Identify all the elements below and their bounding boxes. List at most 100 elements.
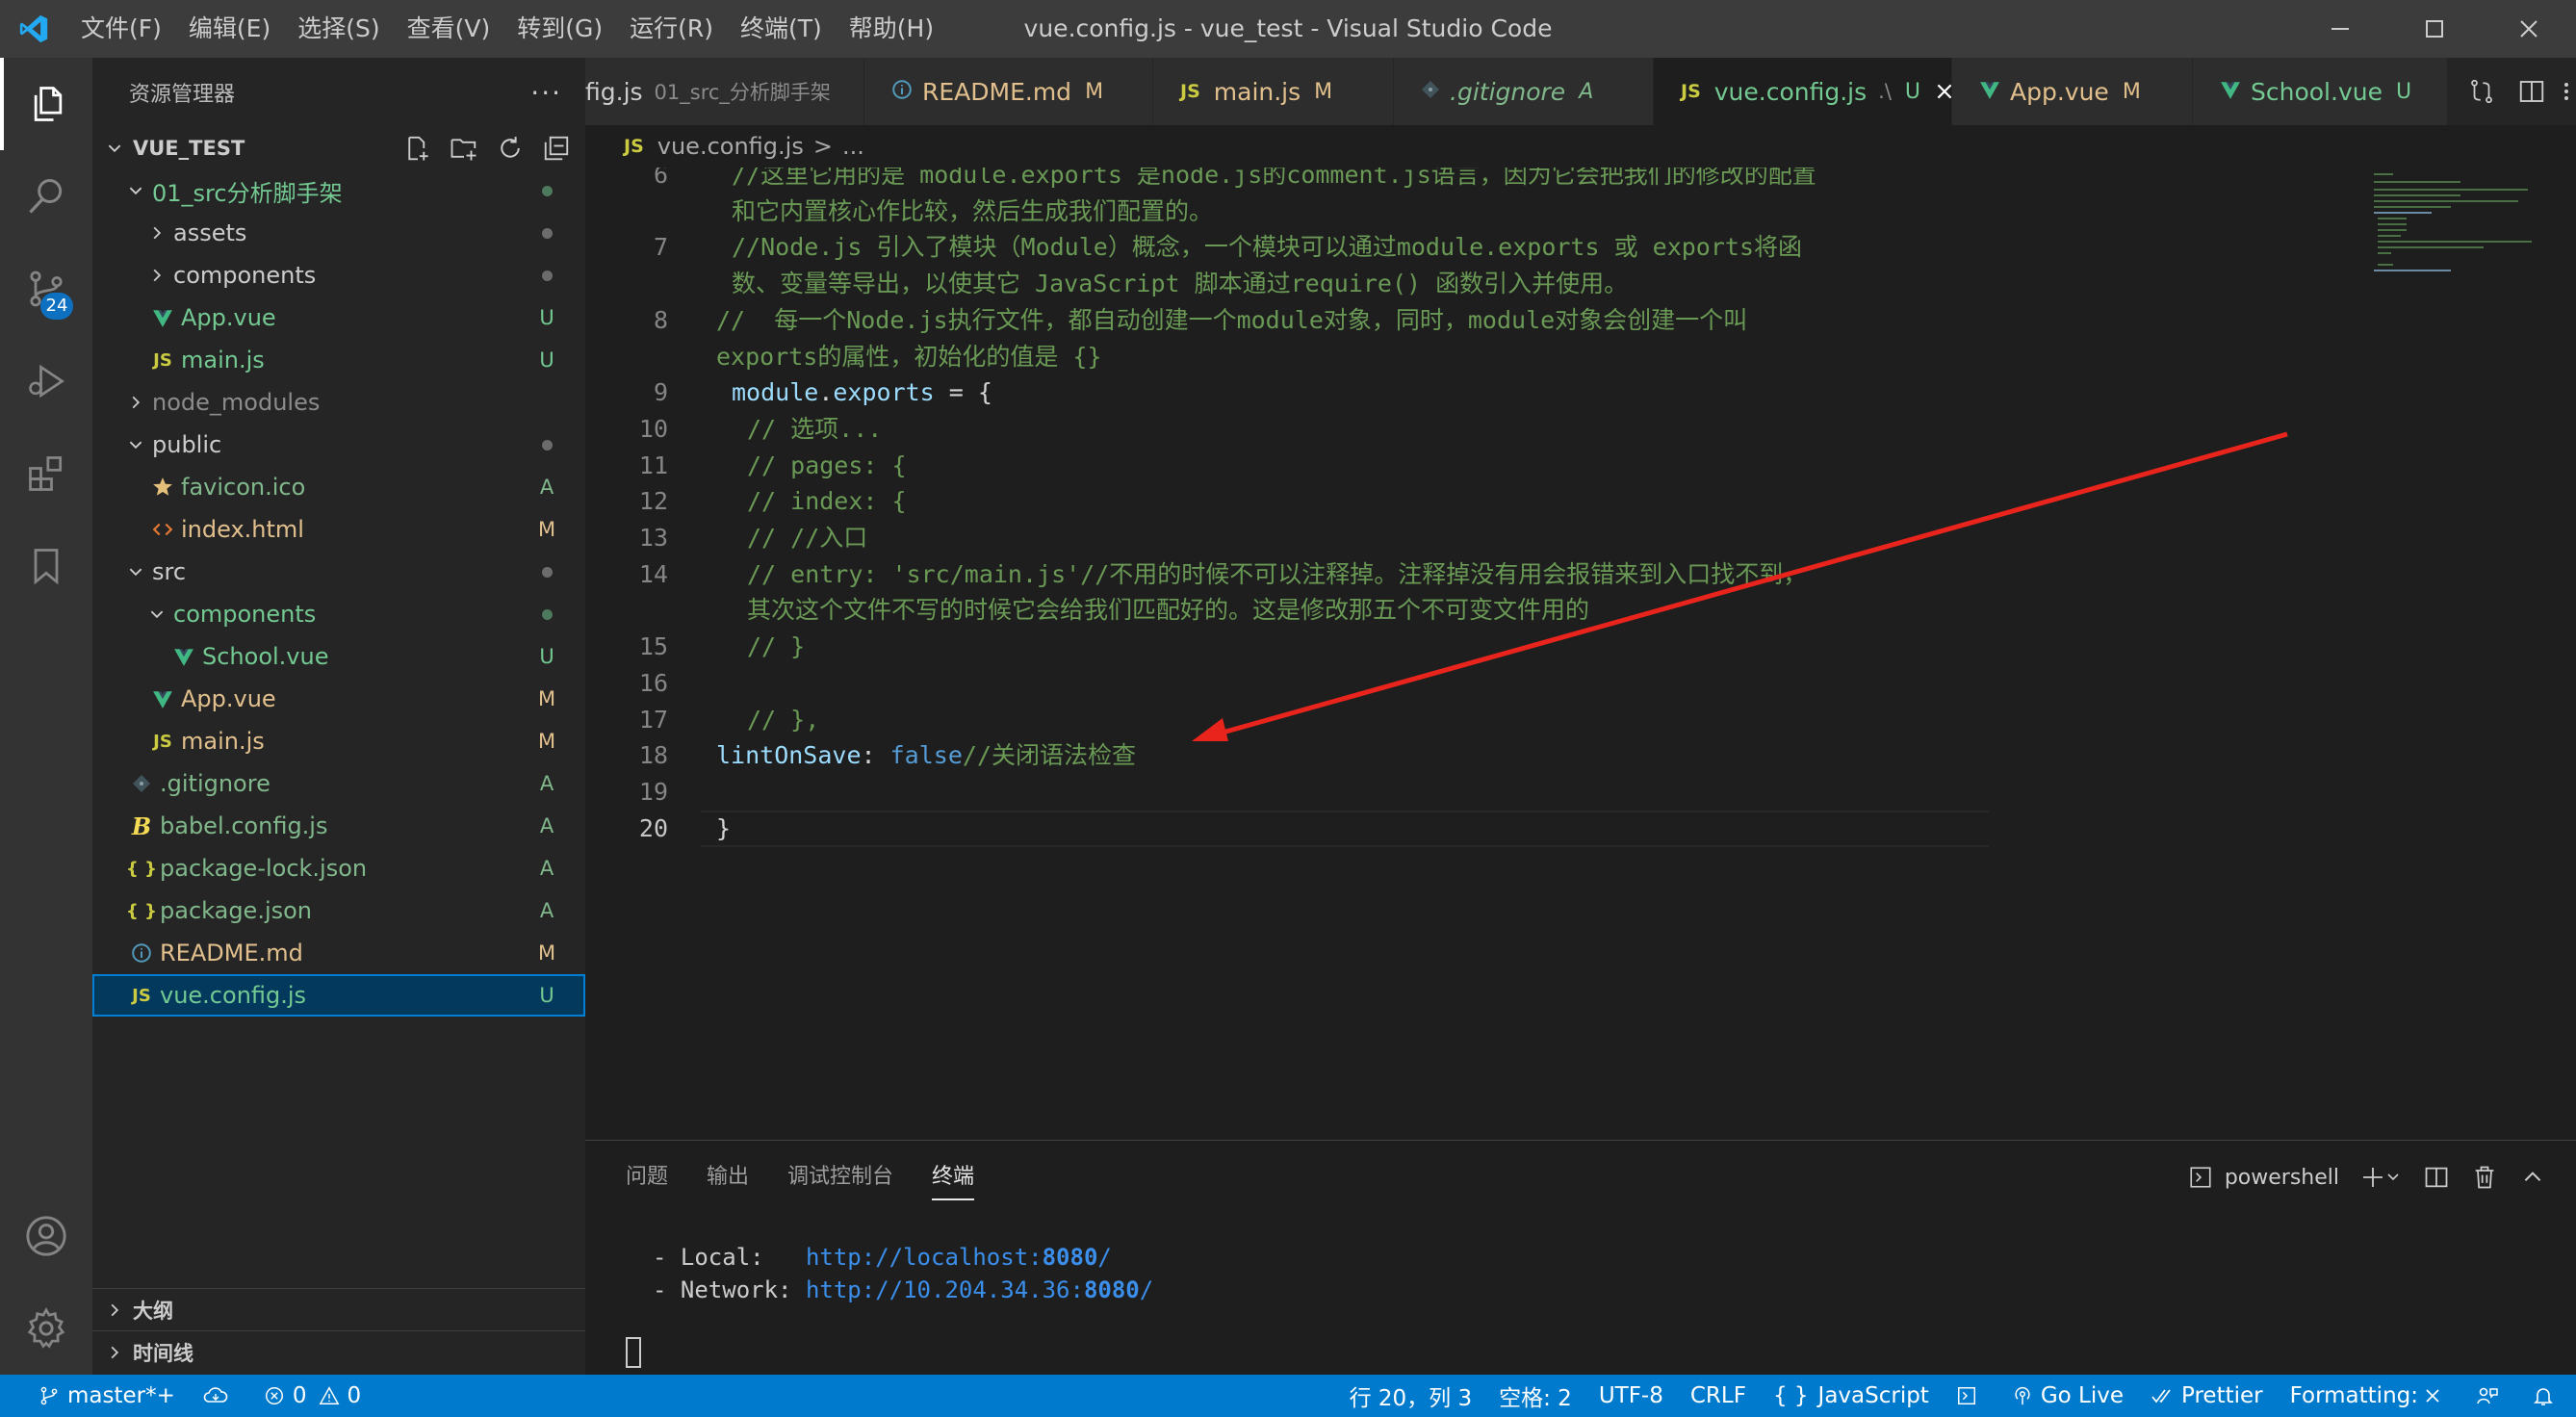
encoding[interactable]: UTF-8	[1585, 1375, 1677, 1417]
tree-file[interactable]: .gitignore A	[92, 762, 585, 805]
tree-file[interactable]: JS vue.config.js U	[92, 974, 585, 1017]
tree-file[interactable]: School.vue U	[92, 635, 585, 678]
git-status-badge: M	[537, 941, 556, 965]
js-file-icon: JS	[1180, 81, 1200, 102]
editor-tab[interactable]: fig.js 01_src_分析脚手架	[585, 58, 864, 125]
menu-item[interactable]: 帮助(H)	[836, 0, 947, 58]
panel-tab[interactable]: 终端	[932, 1141, 975, 1214]
tree-folder[interactable]: node_modules	[92, 381, 585, 424]
source-control-button[interactable]: 24	[0, 243, 92, 335]
broadcast-icon	[2015, 1387, 2030, 1405]
indentation[interactable]: 空格: 2	[1485, 1375, 1585, 1417]
breadcrumb-file[interactable]: vue.config.js	[657, 133, 804, 160]
tree-file[interactable]: JS main.js U	[92, 339, 585, 381]
explorer-button[interactable]	[0, 58, 92, 150]
minimize-button[interactable]	[2293, 0, 2387, 58]
split-editor-button[interactable]	[2507, 58, 2557, 125]
menu-item[interactable]: 选择(S)	[284, 0, 393, 58]
menu-item[interactable]: 运行(R)	[616, 0, 727, 58]
tree-folder[interactable]: public	[92, 424, 585, 466]
extensions-button[interactable]	[0, 427, 92, 520]
refresh-button[interactable]	[487, 127, 533, 169]
tree-file[interactable]: README.md M	[92, 932, 585, 974]
sync-button[interactable]	[189, 1375, 250, 1417]
go-live-button[interactable]: Go Live	[1998, 1375, 2137, 1417]
tree-file[interactable]: App.vue M	[92, 678, 585, 720]
workspace-header[interactable]: VUE_TEST	[92, 127, 585, 169]
more-actions-button[interactable]: ···	[530, 77, 562, 109]
problems-status[interactable]: 0 0	[250, 1375, 374, 1417]
accounts-button[interactable]	[0, 1190, 92, 1282]
editor-tab[interactable]: JS vue.config.js .\ U	[1654, 58, 1952, 125]
tree-file[interactable]: App.vue U	[92, 296, 585, 339]
menu-item[interactable]: 转到(G)	[503, 0, 616, 58]
tree-folder[interactable]: src	[92, 551, 585, 593]
branch-status[interactable]: master*+	[25, 1375, 189, 1417]
maximize-button[interactable]	[2387, 0, 2482, 58]
notifications-button[interactable]	[2520, 1375, 2561, 1417]
new-terminal-button[interactable]	[2351, 1141, 2412, 1214]
more-editor-actions-button[interactable]	[2557, 58, 2576, 125]
collapse-all-button[interactable]	[533, 127, 580, 169]
feedback-button[interactable]	[1943, 1375, 1998, 1417]
terminal-url[interactable]: http://localhost:	[806, 1244, 1043, 1271]
menu-item[interactable]: 编辑(E)	[175, 0, 284, 58]
split-terminal-button[interactable]	[2412, 1141, 2460, 1214]
timeline-section[interactable]: 时间线	[92, 1330, 585, 1373]
panel-tab[interactable]: 问题	[626, 1141, 668, 1214]
menu-item[interactable]: 文件(F)	[67, 0, 175, 58]
vue-file-icon	[1979, 79, 2000, 105]
terminal-label: - Network:	[653, 1276, 806, 1303]
maximize-panel-button[interactable]	[2509, 1141, 2557, 1214]
terminal-selector[interactable]: powershell	[2188, 1165, 2339, 1190]
terminal-url[interactable]: http://10.204.34.36:	[806, 1276, 1084, 1303]
panel-tab[interactable]: 调试控制台	[787, 1141, 893, 1214]
tab-close-button[interactable]	[1934, 79, 1951, 104]
outline-section[interactable]: 大纲	[92, 1288, 585, 1330]
tree-folder[interactable]: components	[92, 254, 585, 296]
run-debug-button[interactable]	[0, 335, 92, 427]
new-folder-button[interactable]	[441, 127, 487, 169]
prettier-status[interactable]: Prettier	[2137, 1375, 2277, 1417]
close-window-button[interactable]	[2482, 0, 2576, 58]
gear-icon	[27, 1307, 65, 1349]
compare-changes-button[interactable]	[2457, 58, 2507, 125]
cursor-position[interactable]: 行 20，列 3	[1336, 1375, 1486, 1417]
kill-terminal-button[interactable]	[2460, 1141, 2509, 1214]
tree-folder[interactable]: components	[92, 593, 585, 635]
editor-tab[interactable]: JS main.js M	[1153, 58, 1394, 125]
tree-folder[interactable]: assets	[92, 212, 585, 254]
tree-file[interactable]: index.html M	[92, 508, 585, 551]
editor-tab[interactable]: School.vue U	[2193, 58, 2472, 125]
live-share-button[interactable]	[2462, 1375, 2520, 1417]
tree-file[interactable]: { } package-lock.json A	[92, 847, 585, 889]
bookmarks-button[interactable]	[0, 520, 92, 612]
breadcrumb-symbol[interactable]: ...	[842, 133, 864, 160]
manage-button[interactable]	[0, 1282, 92, 1375]
editor-tab[interactable]: .gitignore A	[1394, 58, 1654, 125]
tree-file[interactable]: favicon.ico A	[92, 466, 585, 508]
line-ending[interactable]: CRLF	[1677, 1375, 1760, 1417]
tree-item-label: App.vue	[181, 304, 276, 331]
minimize-icon	[2331, 28, 2349, 30]
tree-folder[interactable]: 01_src分析脚手架	[92, 169, 585, 212]
search-button[interactable]	[0, 150, 92, 243]
language-mode[interactable]: { } JavaScript	[1760, 1375, 1943, 1417]
new-file-button[interactable]	[395, 127, 441, 169]
tab-git-status: U	[1904, 79, 1921, 104]
info-icon	[127, 932, 156, 974]
code-editor[interactable]: 6//这里它用的是 module.exports 是node.js的commen…	[585, 167, 2576, 1140]
tree-file[interactable]: JS main.js M	[92, 720, 585, 762]
formatting-status[interactable]: Formatting:	[2277, 1375, 2462, 1417]
tree-file[interactable]: { } package.json A	[92, 889, 585, 932]
more-icon	[2564, 83, 2568, 100]
menu-item[interactable]: 查看(V)	[394, 0, 504, 58]
editor-tab[interactable]: App.vue M	[1952, 58, 2193, 125]
git-status-badge: U	[539, 306, 554, 329]
git-status-badge: U	[539, 645, 554, 668]
tree-file[interactable]: Bbabel.config.js A	[92, 805, 585, 847]
editor-tab[interactable]: README.md M	[864, 58, 1153, 125]
panel-tab[interactable]: 输出	[707, 1141, 749, 1214]
menu-item[interactable]: 终端(T)	[727, 0, 836, 58]
breadcrumb-separator: >	[812, 133, 833, 160]
